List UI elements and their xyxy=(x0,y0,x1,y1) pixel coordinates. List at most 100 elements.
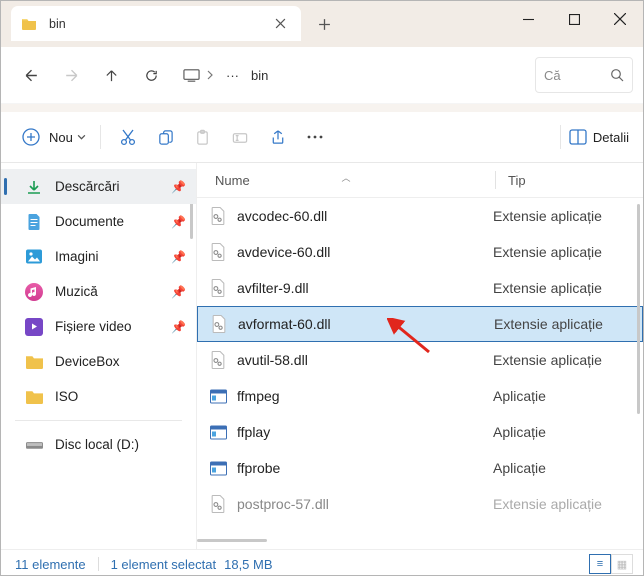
file-type: Extensie aplicație xyxy=(481,496,602,512)
sidebar-item-music[interactable]: Muzică 📌 xyxy=(1,274,196,309)
file-name: postproc-57.dll xyxy=(237,496,481,512)
pin-icon: 📌 xyxy=(171,285,186,299)
file-name: avformat-60.dll xyxy=(238,316,482,332)
window: { "titlebar": { "tab_title": "bin" }, "t… xyxy=(0,0,644,576)
pin-icon: 📌 xyxy=(171,320,186,334)
videos-icon xyxy=(25,318,43,336)
rename-button[interactable] xyxy=(221,120,259,154)
sidebar-divider xyxy=(15,420,182,421)
file-type: Extensie aplicație xyxy=(481,352,602,368)
dll-icon xyxy=(209,495,227,513)
file-name: ffmpeg xyxy=(237,388,481,404)
column-headers: ︿ Nume Tip xyxy=(197,163,643,198)
paste-button[interactable] xyxy=(184,120,221,154)
sidebar-item-documents[interactable]: Documente 📌 xyxy=(1,204,196,239)
minimize-button[interactable] xyxy=(505,1,551,37)
exe-icon xyxy=(209,387,227,405)
cut-button[interactable] xyxy=(109,120,147,154)
file-row[interactable]: avfilter-9.dllExtensie aplicație xyxy=(197,270,643,306)
chevron-down-icon xyxy=(77,134,86,140)
view-grid-button[interactable]: ▦ xyxy=(611,554,633,574)
column-name[interactable]: ︿ Nume xyxy=(197,173,495,188)
more-button[interactable] xyxy=(297,120,333,154)
divider xyxy=(100,125,101,149)
file-type: Aplicație xyxy=(481,460,546,476)
file-name: avdevice-60.dll xyxy=(237,244,481,260)
maximize-button[interactable] xyxy=(551,1,597,37)
file-row[interactable]: ffmpegAplicație xyxy=(197,378,643,414)
file-scrollbar[interactable] xyxy=(637,204,640,414)
pin-icon: 📌 xyxy=(171,215,186,229)
file-name: ffprobe xyxy=(237,460,481,476)
file-name: avutil-58.dll xyxy=(237,352,481,368)
copy-button[interactable] xyxy=(147,120,184,154)
file-type: Extensie aplicație xyxy=(481,280,602,296)
back-button[interactable] xyxy=(11,57,51,93)
address-bar[interactable]: ··· bin xyxy=(177,57,525,93)
body: Descărcări 📌 Documente 📌 Imagini 📌 Muzic… xyxy=(1,163,643,549)
images-icon xyxy=(25,248,43,266)
new-button[interactable]: Nou xyxy=(15,123,92,151)
exe-icon xyxy=(209,423,227,441)
file-row[interactable]: postproc-57.dllExtensie aplicație xyxy=(197,486,643,522)
chevron-right-icon[interactable] xyxy=(206,70,214,80)
file-row[interactable]: avutil-58.dllExtensie aplicație xyxy=(197,342,643,378)
file-row[interactable]: avdevice-60.dllExtensie aplicație xyxy=(197,234,643,270)
search-placeholder: Că xyxy=(544,68,561,83)
sidebar: Descărcări 📌 Documente 📌 Imagini 📌 Muzic… xyxy=(1,163,197,549)
sidebar-item-videos[interactable]: Fișiere video 📌 xyxy=(1,309,196,344)
status-count: 11 elemente xyxy=(15,557,86,572)
new-button-label: Nou xyxy=(49,130,73,145)
up-button[interactable] xyxy=(91,57,131,93)
file-name: avcodec-60.dll xyxy=(237,208,481,224)
dll-icon xyxy=(210,315,228,333)
file-row[interactable]: avcodec-60.dllExtensie aplicație xyxy=(197,198,643,234)
rows: avcodec-60.dllExtensie aplicațieavdevice… xyxy=(197,198,643,535)
sidebar-item-images[interactable]: Imagini 📌 xyxy=(1,239,196,274)
dll-icon xyxy=(209,207,227,225)
forward-button[interactable] xyxy=(51,57,91,93)
sidebar-item-label: Descărcări xyxy=(55,179,120,194)
sidebar-item-label: Muzică xyxy=(55,284,98,299)
file-name: ffplay xyxy=(237,424,481,440)
folder-icon xyxy=(25,388,43,406)
pin-icon: 📌 xyxy=(171,250,186,264)
view-details-button[interactable]: Detalii xyxy=(569,129,629,145)
documents-icon xyxy=(25,213,43,231)
file-type: Extensie aplicație xyxy=(481,208,602,224)
sidebar-item-devicebox[interactable]: DeviceBox xyxy=(1,344,196,379)
view-list-button[interactable]: ≡ xyxy=(589,554,611,574)
sidebar-item-iso[interactable]: ISO xyxy=(1,379,196,414)
folder-icon xyxy=(21,16,37,32)
navbar: ··· bin Că xyxy=(1,47,643,104)
file-row[interactable]: ffprobeAplicație xyxy=(197,450,643,486)
file-type: Aplicație xyxy=(481,388,546,404)
column-type[interactable]: Tip xyxy=(496,173,526,188)
divider xyxy=(560,125,561,149)
address-crumb[interactable]: bin xyxy=(251,68,268,83)
tab-active[interactable]: bin xyxy=(11,6,301,41)
sidebar-item-label: Imagini xyxy=(55,249,99,264)
file-type: Extensie aplicație xyxy=(482,316,603,332)
h-scrollbar[interactable] xyxy=(197,535,643,549)
sort-asc-icon: ︿ xyxy=(341,171,350,184)
sidebar-item-downloads[interactable]: Descărcări 📌 xyxy=(1,169,196,204)
refresh-button[interactable] xyxy=(131,57,171,93)
file-type: Extensie aplicație xyxy=(481,244,602,260)
share-button[interactable] xyxy=(259,120,297,154)
exe-icon xyxy=(209,459,227,477)
sidebar-item-disk-d[interactable]: Disc local (D:) xyxy=(1,427,196,462)
new-tab-button[interactable] xyxy=(307,7,341,41)
search-box[interactable]: Că xyxy=(535,57,633,93)
spacer xyxy=(1,104,643,112)
file-row[interactable]: avformat-60.dllExtensie aplicație xyxy=(197,306,643,342)
file-type: Aplicație xyxy=(481,424,546,440)
status-size: 18,5 MB xyxy=(224,557,272,572)
sidebar-item-label: Disc local (D:) xyxy=(55,437,139,452)
close-button[interactable] xyxy=(597,1,643,37)
file-row[interactable]: ffplayAplicație xyxy=(197,414,643,450)
status-selected: 1 element selectat xyxy=(111,557,217,572)
tab-close-button[interactable] xyxy=(267,11,293,37)
address-ellipsis[interactable]: ··· xyxy=(226,68,239,83)
drive-icon xyxy=(25,436,43,454)
